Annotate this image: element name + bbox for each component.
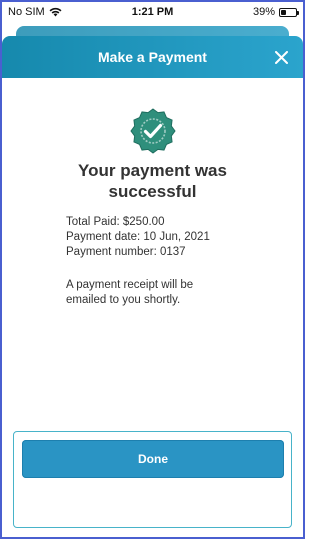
battery-level bbox=[281, 9, 287, 15]
verified-badge-icon bbox=[130, 108, 176, 154]
done-button[interactable]: Done bbox=[22, 440, 284, 478]
success-headline: Your payment was successful bbox=[22, 160, 283, 202]
total-paid: Total Paid: $250.00 bbox=[66, 216, 165, 228]
status-right: 39% bbox=[187, 6, 299, 18]
note-line-1: A payment receipt will be bbox=[66, 279, 194, 291]
payment-number: Payment number: 0137 bbox=[66, 246, 186, 258]
payment-date: Payment date: 10 Jun, 2021 bbox=[66, 231, 210, 243]
note-line-2: emailed to you shortly. bbox=[66, 294, 181, 306]
battery-percent: 39% bbox=[252, 6, 275, 18]
close-icon[interactable] bbox=[271, 47, 291, 67]
headline-line-2: successful bbox=[108, 182, 197, 201]
device-frame: No SIM 1:21 PM 39% Make a Payment Your p… bbox=[0, 0, 305, 539]
modal-title: Make a Payment bbox=[98, 49, 207, 65]
headline-line-1: Your payment was bbox=[78, 161, 227, 180]
receipt-note: A payment receipt will be emailed to you… bbox=[66, 278, 236, 308]
payment-details: Total Paid: $250.00 Payment date: 10 Jun… bbox=[66, 215, 286, 260]
status-bar: No SIM 1:21 PM 39% bbox=[2, 2, 303, 22]
battery-icon bbox=[279, 7, 299, 17]
status-time: 1:21 PM bbox=[131, 6, 174, 18]
carrier-label: No SIM bbox=[8, 6, 45, 18]
modal-header: Make a Payment bbox=[2, 36, 303, 78]
footer-focus-box: Done bbox=[13, 431, 292, 528]
wifi-icon bbox=[49, 7, 62, 17]
status-left: No SIM bbox=[8, 6, 118, 18]
